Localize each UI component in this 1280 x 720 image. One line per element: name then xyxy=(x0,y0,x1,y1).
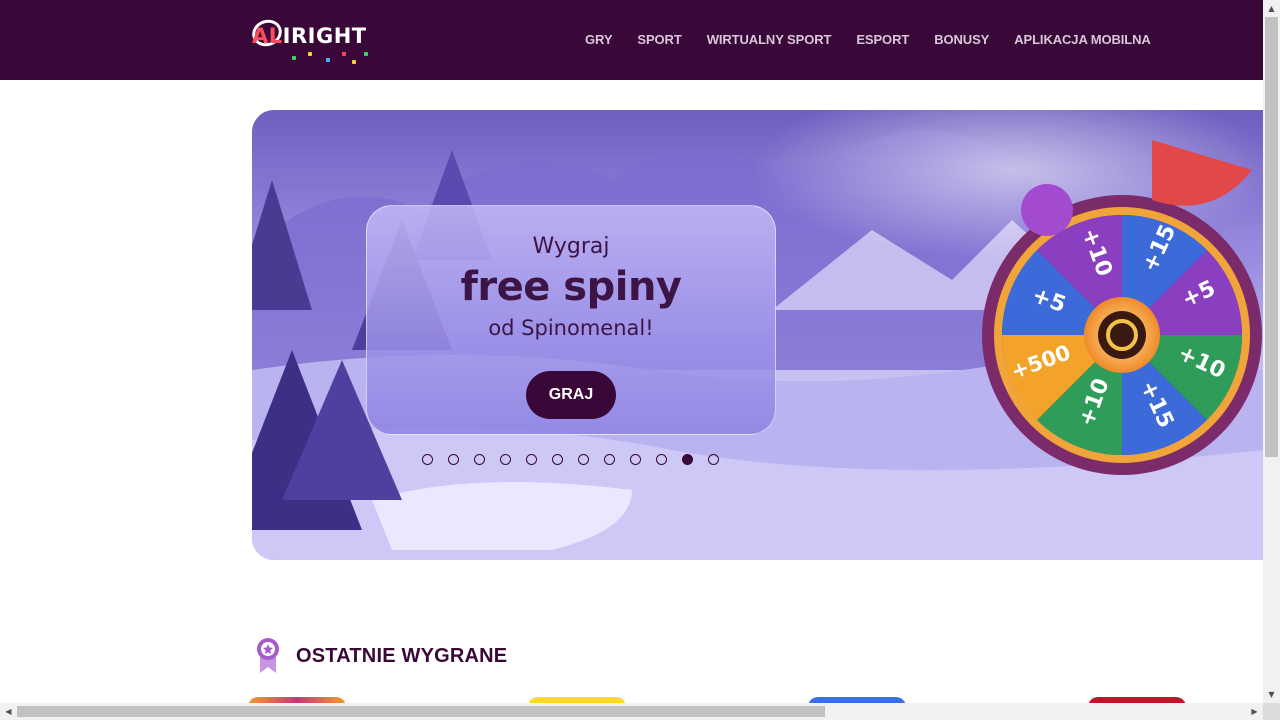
logo-text-suffix: RIGHT xyxy=(290,24,367,48)
medal-icon xyxy=(257,638,279,673)
horizontal-scrollbar-thumb[interactable] xyxy=(17,706,825,717)
confetti-icon xyxy=(352,60,356,64)
promo-subline: od Spinomenal! xyxy=(488,316,654,340)
carousel-dot[interactable] xyxy=(526,454,537,465)
nav-item-sport[interactable]: SPORT xyxy=(637,32,681,52)
logo-letter-l: I xyxy=(282,24,291,48)
nav-item-esport[interactable]: ESPORT xyxy=(856,32,909,52)
carousel-dot[interactable] xyxy=(422,454,433,465)
carousel-dot[interactable] xyxy=(500,454,511,465)
carousel-dot-active[interactable] xyxy=(682,454,693,465)
carousel-dot[interactable] xyxy=(656,454,667,465)
nav-item-bonusy[interactable]: BONUSY xyxy=(934,32,989,52)
carousel-dot[interactable] xyxy=(474,454,485,465)
vertical-scrollbar[interactable]: ▲ ▼ xyxy=(1263,0,1280,703)
carousel-dot[interactable] xyxy=(708,454,719,465)
scroll-down-arrow-icon[interactable]: ▼ xyxy=(1263,686,1280,703)
page: ALIRIGHT GRY SPORT WIRTUALNY SPORT ESPOR… xyxy=(0,0,1280,720)
wheel-of-fortune xyxy=(982,195,1262,475)
confetti-icon xyxy=(326,58,330,62)
section-title-recent-wins: OSTATNIE WYGRANE xyxy=(296,645,508,667)
horizontal-scrollbar[interactable]: ◀ ▶ xyxy=(0,703,1263,720)
promo-card: Wygraj free spiny od Spinomenal! GRAJ xyxy=(366,205,776,435)
carousel-dots xyxy=(422,454,734,465)
scroll-left-arrow-icon[interactable]: ◀ xyxy=(0,703,17,720)
allright-logo[interactable]: ALIRIGHT xyxy=(248,15,397,64)
scroll-up-arrow-icon[interactable]: ▲ xyxy=(1263,0,1280,17)
carousel-dot[interactable] xyxy=(630,454,641,465)
vertical-scrollbar-thumb[interactable] xyxy=(1265,17,1278,457)
scroll-right-arrow-icon[interactable]: ▶ xyxy=(1246,703,1263,720)
scrollbar-corner xyxy=(1263,703,1280,720)
play-button[interactable]: GRAJ xyxy=(526,371,616,419)
promo-headline-small: Wygraj xyxy=(532,234,610,259)
nav-item-aplikacja-mobilna[interactable]: APLIKACJA MOBILNA xyxy=(1014,32,1151,52)
confetti-icon xyxy=(364,52,368,56)
logo-text-prefix: AL xyxy=(252,24,283,48)
confetti-icon xyxy=(342,52,346,56)
carousel-dot[interactable] xyxy=(552,454,563,465)
top-navigation-bar: ALIRIGHT GRY SPORT WIRTUALNY SPORT ESPOR… xyxy=(0,0,1263,80)
carousel-dot[interactable] xyxy=(448,454,459,465)
carousel-dot[interactable] xyxy=(578,454,589,465)
nav-item-wirtualny-sport[interactable]: WIRTUALNY SPORT xyxy=(707,32,832,52)
logo-text: ALIRIGHT xyxy=(252,24,367,48)
carousel-dot[interactable] xyxy=(604,454,615,465)
promo-headline: free spiny xyxy=(460,264,682,310)
promo-banner[interactable]: +10 +15 +5 +10 +15 +10 +500 +5 Wygraj fr… xyxy=(252,110,1263,560)
confetti-icon xyxy=(292,56,296,60)
nav-item-gry[interactable]: GRY xyxy=(585,32,612,52)
main-navigation: GRY SPORT WIRTUALNY SPORT ESPORT BONUSY … xyxy=(585,32,1151,52)
confetti-icon xyxy=(308,52,312,56)
